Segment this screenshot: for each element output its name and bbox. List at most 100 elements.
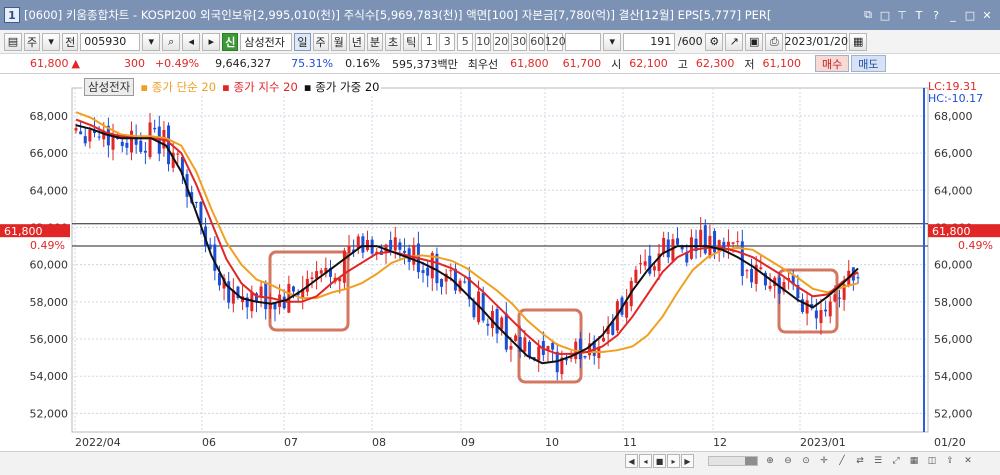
prev-stock-icon[interactable]: ◂ [182,32,201,51]
candle-body [481,292,485,321]
minimize-icon[interactable]: _ [946,8,960,22]
candle-body [504,313,508,350]
candle-body [569,357,573,359]
buy-button[interactable]: 매수 [815,55,850,72]
zoom-out-icon[interactable]: ⊖ [780,454,796,468]
maximize-icon[interactable]: □ [963,8,977,22]
crosshair-icon[interactable]: ✛ [816,454,832,468]
candle-body [578,338,582,360]
interval-5-button[interactable]: 5 [457,32,474,51]
candle-body [500,317,504,330]
code-dropdown-icon[interactable]: ▾ [142,32,161,51]
low-label: 저 [744,57,755,71]
candle-body [213,244,217,271]
legend-ma-weighted[interactable]: ▪ 종가 가중 20 [304,79,380,95]
zoom-in-icon[interactable]: ⊕ [762,454,778,468]
drawing-icon[interactable]: ↗ [725,32,744,51]
candle-count-input[interactable]: 191 [623,32,676,51]
restore-icon[interactable]: ⧉ [861,8,875,22]
pct-tag-left: 0.49% [30,239,65,252]
period-week-button[interactable]: 주 [24,32,41,51]
close-panel-icon[interactable]: ✕ [960,454,976,468]
legend-stock-name[interactable]: 삼성전자 [84,78,135,96]
grid-icon[interactable]: ▦ [906,454,922,468]
candle-body [315,271,319,279]
interval-30-button[interactable]: 30 [511,32,528,51]
close-icon[interactable]: ✕ [980,8,994,22]
period-all-button[interactable]: 전 [62,32,79,51]
fit-icon[interactable]: ⤢ [888,454,904,468]
window-icon[interactable]: □ [878,8,892,22]
price-chart[interactable]: 52,000 52,000 54,000 54,000 56,000 56,000 58,0… [0,74,1000,475]
help-icon[interactable]: ? [929,8,943,22]
interval-custom-input[interactable] [565,32,602,51]
trend-icon[interactable]: ╱ [834,454,850,468]
scroll-forward-icon[interactable]: ▸ [667,454,680,468]
list-icon[interactable]: ☰ [870,454,886,468]
scroll-back-icon[interactable]: ◂ [639,454,652,468]
period-dropdown-icon[interactable]: ▾ [42,32,61,51]
scroll-thumb[interactable] [745,457,757,465]
interval-1-button[interactable]: 1 [421,32,438,51]
candle-body [389,239,393,250]
interval-20-button[interactable]: 20 [493,32,510,51]
save-icon[interactable]: ▣ [745,32,764,51]
timeframe-month-button[interactable]: 월 [330,32,347,51]
timeframe-day-button[interactable]: 일 [294,32,311,51]
calendar-icon[interactable]: ▦ [849,32,868,51]
sell-button[interactable]: 매도 [851,55,886,72]
legend-ma-simple[interactable]: ▪ 종가 단순 20 [140,79,216,95]
export-icon[interactable]: ⇪ [942,454,958,468]
y-tick-label-left: 52,000 [30,407,69,420]
x-tick-label: 2023/01 [800,436,846,449]
candle-body [537,346,541,361]
stock-code-input[interactable]: 005930 [80,32,141,51]
hc-label: HC:-10.17 [928,92,983,105]
y-tick-label-left: 60,000 [30,259,69,272]
scroll-track[interactable] [708,456,758,466]
candle-body [83,136,87,144]
interval-3-button[interactable]: 3 [439,32,456,51]
timeframe-week-button[interactable]: 주 [312,32,329,51]
up-arrow-icon: ▲ [71,57,80,70]
zoom-tools: ⊕ ⊖ ⊙ ✛ ╱ ⇄ ☰ ⤢ ▦ ◫ ⇪ ✕ [762,454,976,468]
layout-icon[interactable]: ▤ [4,32,22,51]
candle-body [824,309,828,312]
y-tick-label-right: 56,000 [934,333,973,346]
zoom-reset-icon[interactable]: ⊙ [798,454,814,468]
timeframe-tick-button[interactable]: 틱 [403,32,420,51]
next-stock-icon[interactable]: ▸ [202,32,221,51]
quote-bar: 61,800 ▲ 300 +0.49% 9,646,327 75.31% 0.1… [0,54,1000,74]
search-icon[interactable]: ⌕ [162,32,181,51]
chart-canvas[interactable]: 52,000 52,000 54,000 54,000 56,000 56,000 58,0… [0,74,1000,475]
candle-body [356,236,360,249]
candle-body [486,323,490,326]
window-split-icon[interactable]: ◫ [924,454,940,468]
compare-icon[interactable]: ⇄ [852,454,868,468]
candle-body [79,131,83,135]
legend-ma-exp[interactable]: ▪ 종가 지수 20 [222,79,298,95]
timeframe-minute-button[interactable]: 분 [366,32,383,51]
candle-body [625,301,629,318]
last-date-label: 01/20 [934,436,966,449]
scroll-last-icon[interactable]: ▶ [681,454,694,468]
candle-body [699,229,703,247]
timeframe-year-button[interactable]: 년 [348,32,365,51]
candle-body [139,140,143,152]
settings-icon[interactable]: ⚙ [705,32,724,51]
scroll-stop-icon[interactable]: ■ [653,454,666,468]
text-icon[interactable]: T [912,8,926,22]
scroll-first-icon[interactable]: ◀ [625,454,638,468]
pin-icon[interactable]: ⊤ [895,8,909,22]
interval-60-button[interactable]: 60 [529,32,546,51]
candle-body [412,245,416,265]
candle-body [393,237,397,251]
interval-10-button[interactable]: 10 [475,32,492,51]
timeframe-second-button[interactable]: 초 [385,32,402,51]
open-price: 62,100 [629,57,668,70]
candle-body [768,285,772,289]
interval-dropdown-icon[interactable]: ▾ [603,32,622,51]
date-input[interactable]: 2023/01/20 [785,32,848,51]
interval-120-button[interactable]: 120 [545,32,566,51]
print-icon[interactable]: ⎙ [765,32,784,51]
